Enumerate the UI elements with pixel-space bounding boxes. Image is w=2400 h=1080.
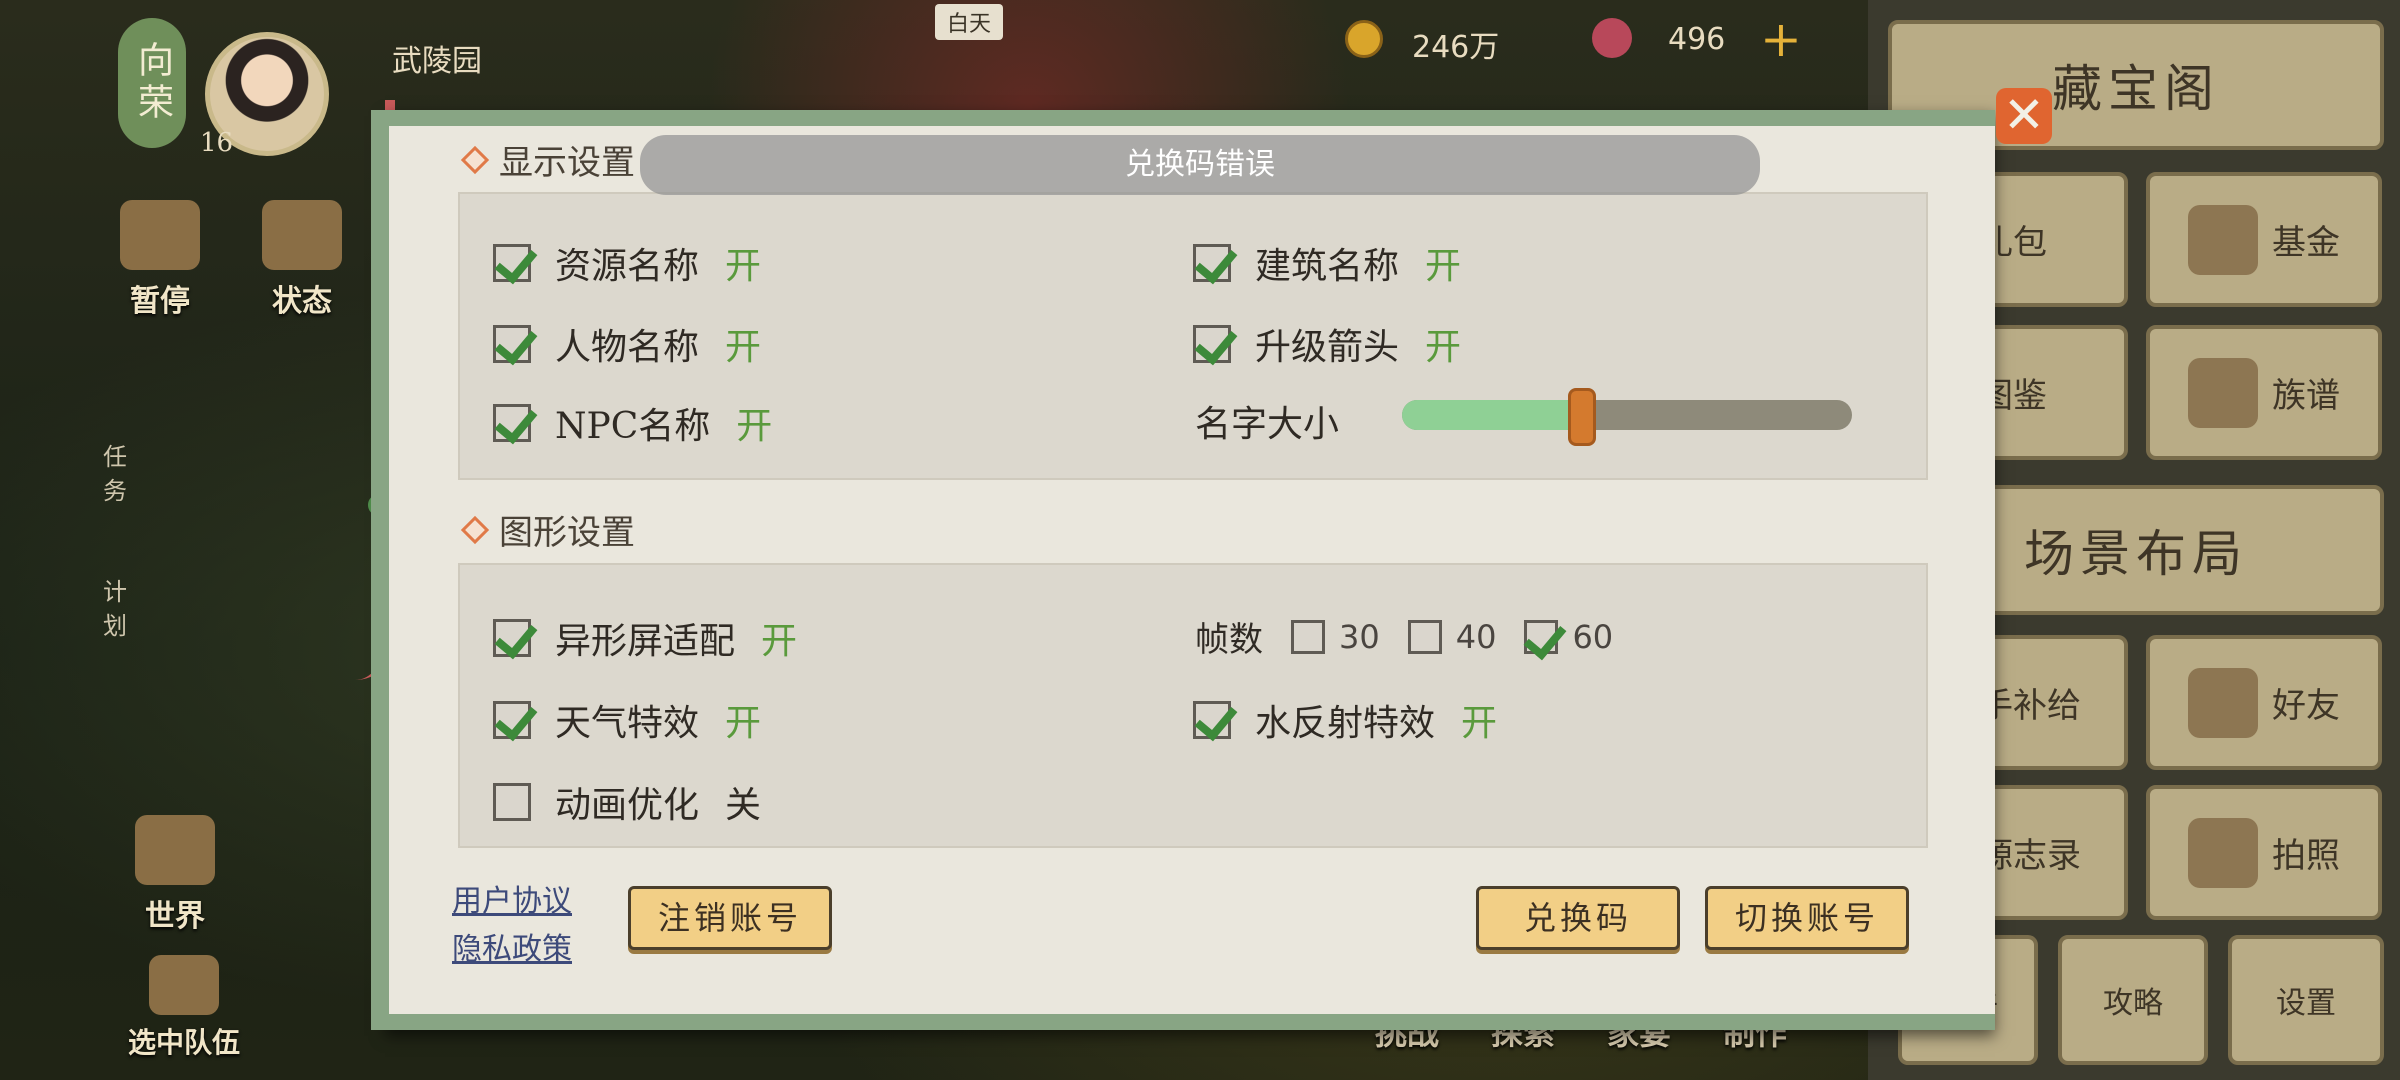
region-badge[interactable]: 向荣	[118, 18, 186, 148]
gem-count: 496	[1668, 22, 1726, 57]
settings-button[interactable]: 设置	[2228, 935, 2384, 1065]
display-section-header: 显示设置	[460, 135, 635, 184]
daytime-label: 白天	[935, 4, 1004, 40]
pause-icon	[120, 200, 200, 270]
fps-option-40[interactable]: 40	[1407, 618, 1496, 656]
option-building-name[interactable]: 建筑名称 开	[1193, 237, 1461, 289]
option-character-name[interactable]: 人物名称 开	[493, 318, 761, 370]
plan-button[interactable]: 计划	[95, 575, 135, 643]
name-size-slider[interactable]	[1402, 388, 1852, 446]
photo-button[interactable]: 拍照	[2146, 785, 2382, 920]
diamond-icon	[460, 145, 490, 174]
fps-option-30[interactable]: 30	[1291, 618, 1380, 656]
switch-account-button[interactable]: 切换账号	[1705, 886, 1909, 950]
friends-button[interactable]: 好友	[2146, 635, 2382, 770]
status-label: 状态	[272, 284, 332, 319]
redeem-code-button[interactable]: 兑换码	[1476, 886, 1680, 950]
checkbox[interactable]	[1524, 619, 1559, 654]
genealogy-button[interactable]: 族谱	[2146, 325, 2382, 460]
checkbox[interactable]	[1407, 619, 1442, 654]
team-label: 选中队伍	[128, 1026, 241, 1059]
task-button[interactable]: 任务	[95, 440, 135, 508]
option-animation-optimize[interactable]: 动画优化 关	[493, 776, 761, 828]
user-agreement-link[interactable]: 用户协议	[452, 876, 572, 920]
privacy-policy-link[interactable]: 隐私政策	[452, 924, 572, 968]
team-button[interactable]: 选中队伍	[128, 955, 240, 1061]
fund-button[interactable]: 基金	[2146, 172, 2382, 307]
checkbox[interactable]	[493, 404, 531, 442]
graphics-section-header: 图形设置	[460, 505, 635, 554]
team-icon	[149, 955, 219, 1015]
option-resource-name[interactable]: 资源名称 开	[493, 237, 761, 289]
option-weather-effects[interactable]: 天气特效 开	[493, 694, 761, 746]
handshake-icon	[2188, 667, 2258, 738]
checkbox[interactable]	[493, 619, 531, 657]
status-icon	[262, 200, 342, 270]
fps-selector: 帧数 30 40 60	[1195, 612, 1613, 661]
checkbox[interactable]	[1193, 701, 1231, 739]
slider-fill	[1402, 400, 1582, 430]
world-icon	[135, 815, 215, 885]
pause-button[interactable]: 暂停	[120, 200, 200, 320]
diamond-icon	[460, 515, 490, 544]
player-level: 16	[200, 128, 234, 158]
location-name: 武陵园	[392, 44, 482, 79]
checkbox[interactable]	[493, 244, 531, 282]
checkbox[interactable]	[1193, 244, 1231, 282]
cancel-account-button[interactable]: 注销账号	[628, 886, 832, 950]
strategy-button[interactable]: 攻略	[2058, 935, 2208, 1065]
piggy-bank-icon	[2188, 204, 2258, 275]
checkbox[interactable]	[1193, 325, 1231, 363]
graphics-section-title: 图形设置	[499, 513, 635, 553]
checkbox[interactable]	[493, 783, 531, 821]
name-size-label: 名字大小	[1195, 404, 1340, 445]
photo-icon	[2188, 817, 2258, 888]
error-toast: 兑换码错误	[640, 135, 1760, 195]
option-notch-adapt[interactable]: 异形屏适配 开	[493, 612, 797, 664]
coin-icon	[1345, 20, 1383, 58]
fps-label: 帧数	[1195, 620, 1263, 660]
status-button[interactable]: 状态	[262, 200, 342, 320]
option-npc-name[interactable]: NPC名称 开	[493, 397, 772, 449]
book-icon	[2188, 357, 2258, 428]
checkbox[interactable]	[1291, 619, 1325, 654]
display-section-title: 显示设置	[499, 143, 635, 183]
checkbox[interactable]	[493, 701, 531, 739]
option-upgrade-arrow[interactable]: 升级箭头 开	[1193, 318, 1461, 370]
gem-icon	[1592, 18, 1632, 58]
pause-label: 暂停	[130, 284, 190, 319]
coin-count: 246万	[1412, 30, 1500, 65]
world-button[interactable]: 世界	[135, 815, 215, 935]
checkbox[interactable]	[493, 325, 531, 363]
slider-handle[interactable]	[1568, 388, 1596, 446]
option-water-reflection[interactable]: 水反射特效 开	[1193, 694, 1497, 746]
world-label: 世界	[145, 899, 205, 934]
add-currency-button[interactable]: +	[1760, 10, 1802, 68]
close-button[interactable]: ✕	[1996, 88, 2052, 144]
fps-option-60[interactable]: 60	[1524, 618, 1613, 656]
